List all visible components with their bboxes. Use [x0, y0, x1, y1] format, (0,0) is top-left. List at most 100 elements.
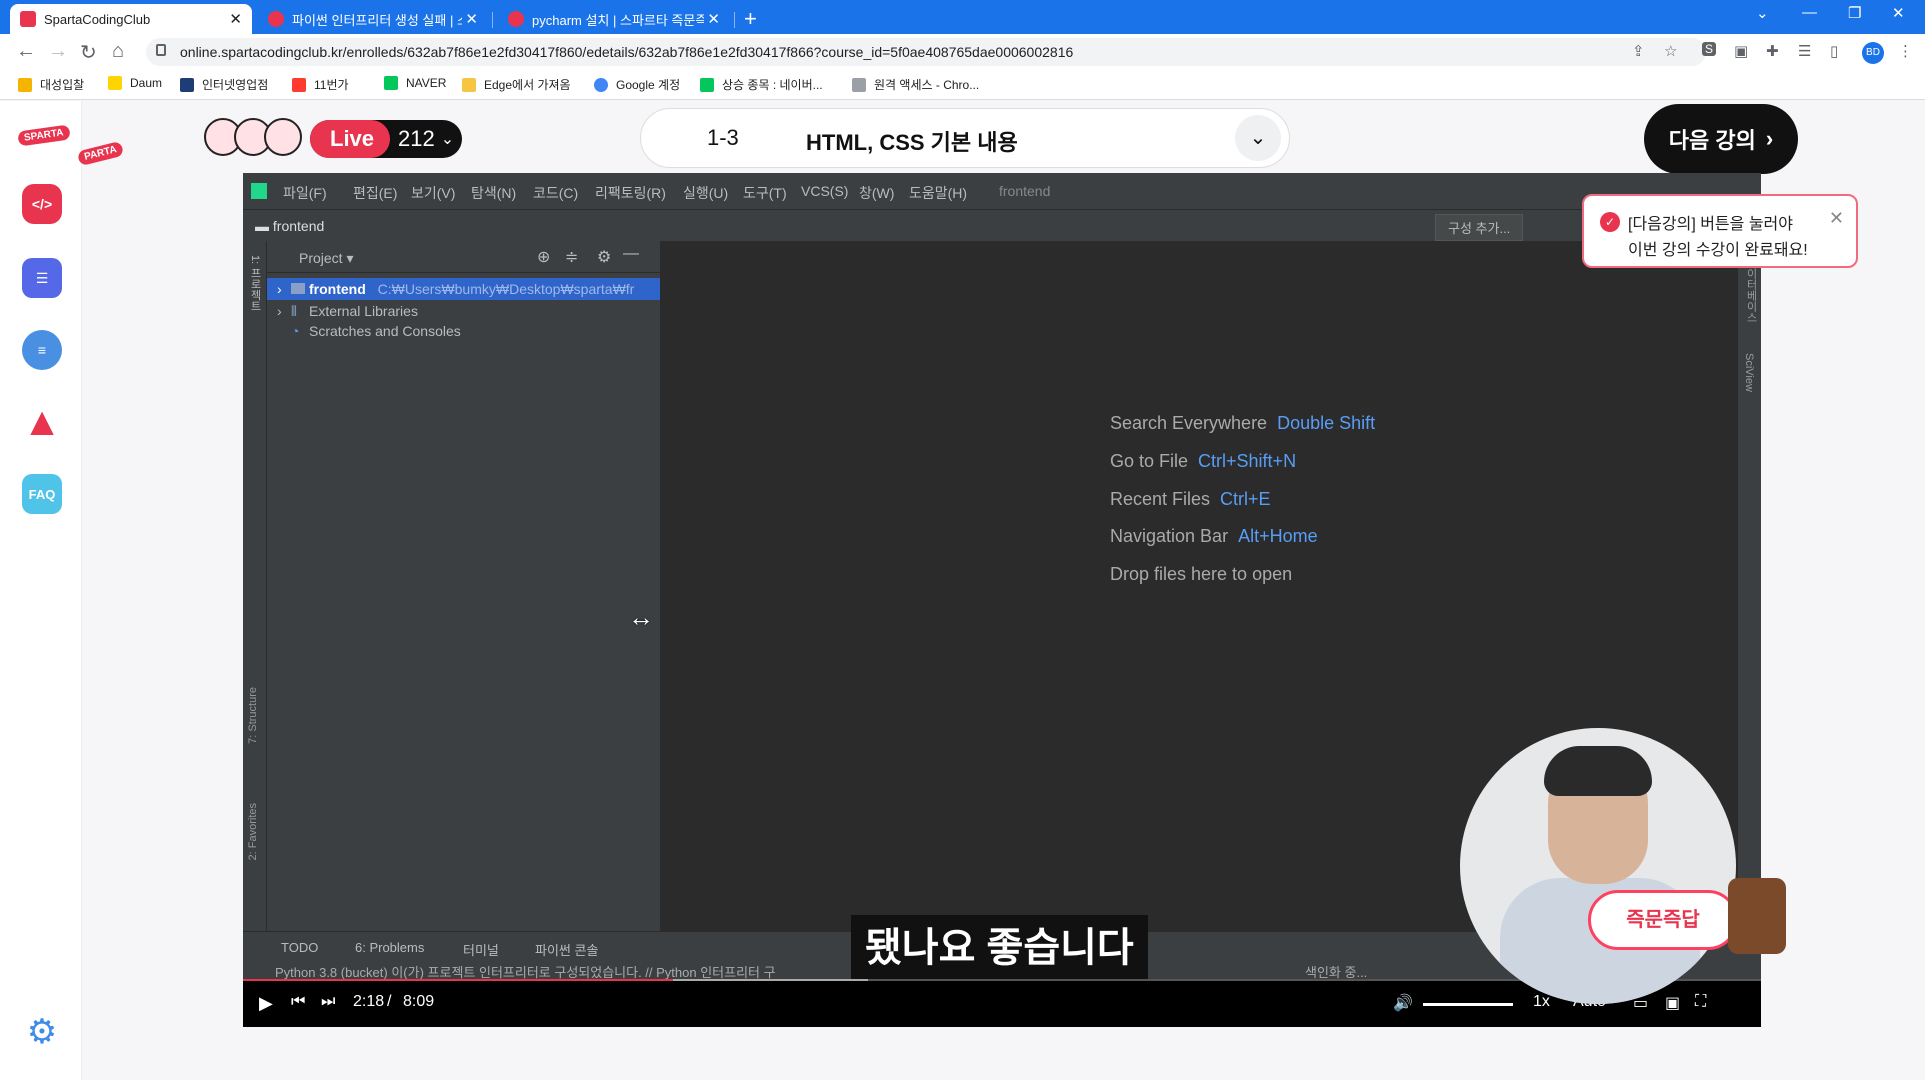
time-separator: / [387, 993, 392, 1010]
bottom-tab-problems: 6: Problems [355, 940, 425, 955]
address-bar[interactable]: online.spartacodingclub.kr/enrolleds/632… [146, 38, 1706, 66]
hint-drop-files: Drop files here to open [1110, 564, 1292, 585]
new-tab-icon[interactable]: + [744, 6, 757, 32]
bookmark-item[interactable]: 대성입찰 [18, 76, 84, 93]
bookmark-item[interactable]: 원격 액세스 - Chro... [852, 76, 979, 93]
ide-menu-item: 코드(C) [533, 185, 579, 201]
bookmark-item[interactable]: Daum [108, 76, 162, 90]
close-tab-icon[interactable]: ✕ [465, 10, 478, 28]
current-time: 2:18 [353, 993, 385, 1010]
hint-go-to-file: Go to File Ctrl+Shift+N [1110, 451, 1296, 472]
bookmark-item[interactable]: Edge에서 가져옴 [462, 76, 571, 93]
resize-cursor-icon: ↔ [628, 602, 654, 632]
restore-icon[interactable]: ❐ [1848, 4, 1861, 22]
next-lecture-button[interactable]: 다음 강의 › [1644, 104, 1798, 174]
forward-icon[interactable]: → [48, 40, 68, 63]
play-icon[interactable]: ▶ [259, 993, 273, 1014]
pycharm-logo-icon [251, 183, 267, 199]
close-tab-icon[interactable]: ✕ [707, 10, 720, 28]
tree-item-label: External Libraries [309, 303, 418, 319]
ide-menu-item: VCS(S) [801, 183, 849, 199]
collapse-icon: ≑ [565, 249, 579, 266]
bookmark-label: 인터넷영업점 [202, 78, 269, 92]
tree-item-label: Scratches and Consoles [309, 323, 461, 339]
code-icon[interactable]: </> [22, 184, 62, 224]
bookmark-item[interactable]: Google 계정 [594, 76, 680, 93]
hint-search-everywhere: Search Everywhere Double Shift [1110, 413, 1375, 434]
document-list-icon[interactable]: ☰ [22, 258, 62, 298]
ide-window-title: frontend [999, 183, 1051, 199]
settings-gear-icon[interactable]: ⚙ [22, 1012, 62, 1052]
folder-icon [291, 283, 305, 294]
hint-label: Navigation Bar [1110, 526, 1229, 546]
project-panel-header: Project ▾ ⊕ ≑ ⚙ — [267, 241, 660, 273]
bookmark-item[interactable]: NAVER [384, 76, 446, 90]
extension-s-icon[interactable]: S [1702, 42, 1717, 56]
back-icon[interactable]: ← [16, 40, 36, 63]
volume-icon[interactable]: 🔊 [1393, 993, 1413, 1013]
mascot-icon [1728, 878, 1786, 954]
ide-navigation-bar: ▬ frontend 구성 추가... [243, 209, 1761, 241]
instructor-webcam [1460, 728, 1736, 1004]
ide-menu-item: 창(W) [859, 185, 895, 201]
chat-icon[interactable]: ≡ [22, 330, 62, 370]
live-counter[interactable]: Live 212 ⌄ [310, 120, 462, 158]
faq-icon[interactable]: FAQ [22, 474, 62, 514]
profile-avatar[interactable]: BD [1862, 42, 1884, 64]
warning-icon[interactable]: ▲ [22, 400, 62, 444]
ide-menu-item: 도움말(H) [909, 185, 968, 201]
next-lecture-label: 다음 강의 [1668, 128, 1756, 153]
hint-label: Go to File [1110, 451, 1189, 471]
bookmark-star-icon[interactable]: ☆ [1664, 42, 1677, 60]
ide-left-tool-strip: 1: 프로젝트 7: Structure 2: Favorites [243, 241, 267, 931]
scratch-icon: ◔ [291, 323, 300, 339]
next-icon[interactable]: ⏭ [321, 993, 335, 1011]
ide-menu-item: 보기(V) [411, 185, 456, 201]
browser-tab-interpreter[interactable]: 파이썬 인터프리터 생성 실패 | 스 ✕ [258, 4, 488, 34]
tab-search-icon[interactable]: ⌄ [1756, 4, 1769, 22]
extensions-puzzle-icon[interactable]: ✚ [1766, 42, 1779, 60]
reload-icon[interactable]: ↻ [80, 40, 97, 65]
previous-icon[interactable]: ⏮ [291, 993, 305, 1011]
bookmark-item[interactable]: 11번가 [292, 76, 349, 93]
tree-item-frontend: › frontend C:₩Users₩bumky₩Desktop₩sparta… [267, 278, 660, 300]
instant-qa-badge[interactable]: 즉문즉답 [1588, 890, 1738, 950]
sparta-favicon-icon [268, 11, 284, 27]
project-panel-title: Project ▾ [299, 250, 354, 266]
browser-tab-spartacodingclub[interactable]: SpartaCodingClub ✕ [10, 4, 252, 34]
browser-tab-pycharm[interactable]: pycharm 설치 | 스파르타 즉문즉 ✕ [498, 4, 730, 34]
locate-icon: ⊕ [537, 249, 551, 266]
close-icon[interactable]: ✕ [1829, 208, 1844, 229]
close-window-icon[interactable]: ✕ [1892, 4, 1905, 22]
home-icon[interactable]: ⌂ [112, 40, 124, 63]
next-lecture-tooltip: ✓ [다음강의] 버튼을 눌러야 이번 강의 수강이 완료돼요! ✕ [1582, 194, 1858, 268]
minimize-icon[interactable]: — [1802, 4, 1817, 21]
ide-menu-item: 편집(E) [353, 185, 398, 201]
reading-list-icon[interactable]: ☰ [1798, 42, 1811, 60]
tool-tab-favorites: 2: Favorites [247, 803, 259, 861]
bookmark-item[interactable]: 인터넷영업점 [180, 76, 268, 93]
sparta-favicon-icon [508, 11, 524, 27]
ide-menu-item: 리팩토링(R) [595, 185, 666, 201]
ide-right-tool-strip: 데이터베이스 SciView [1737, 241, 1761, 931]
side-panel-icon[interactable]: ▯ [1830, 42, 1838, 60]
duration: 8:09 [403, 993, 435, 1010]
chevron-down-icon[interactable]: ⌄ [1235, 115, 1281, 161]
chevron-right-icon: › [1765, 126, 1774, 151]
bookmark-label: Daum [130, 76, 163, 90]
instructor-hair [1544, 746, 1652, 796]
tree-item-label: frontend [309, 281, 366, 297]
ide-menu-item: 탐색(N) [471, 185, 517, 201]
menu-kebab-icon[interactable]: ⋮ [1898, 42, 1913, 60]
bookmark-label: Google 계정 [616, 78, 681, 92]
tooltip-line-2: 이번 강의 수강이 완료돼요! [1628, 242, 1808, 259]
lecture-title: HTML, CSS 기본 내용 [806, 130, 1018, 155]
lecture-selector[interactable]: 1-3 HTML, CSS 기본 내용 ⌄ [640, 108, 1290, 168]
bottom-tab-python-console: 파이썬 콘솔 [535, 943, 599, 958]
lock-icon [156, 44, 166, 56]
tool-tab-structure: 7: Structure [247, 687, 259, 744]
close-tab-icon[interactable]: ✕ [229, 10, 242, 28]
bookmark-item[interactable]: 상승 종목 : 네이버... [700, 76, 823, 93]
share-icon[interactable]: ⇪ [1632, 42, 1645, 60]
extension-remote-icon[interactable]: ▣ [1734, 42, 1748, 60]
